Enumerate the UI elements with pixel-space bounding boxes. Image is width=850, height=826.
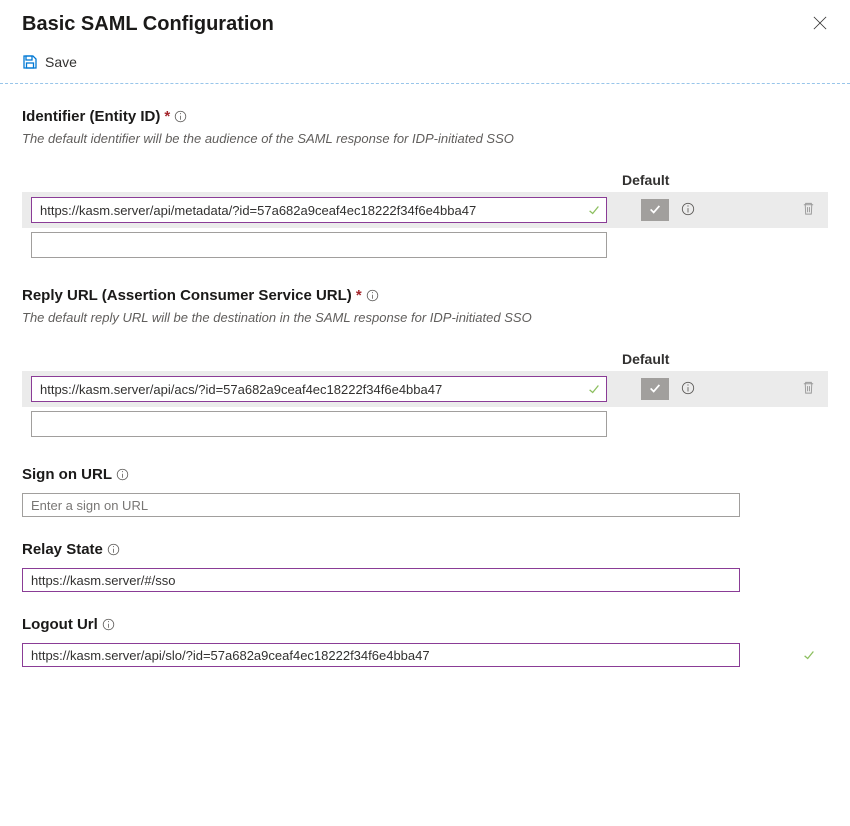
check-icon: [587, 203, 601, 217]
column-default-label: Default: [622, 172, 669, 188]
relay-state-label-row: Relay State: [22, 541, 828, 558]
identifier-input-wrap: [31, 232, 607, 258]
save-button[interactable]: Save: [22, 54, 77, 70]
relay-state-section: Relay State: [0, 517, 850, 592]
reply-url-section: Reply URL (Assertion Consumer Service UR…: [0, 263, 850, 442]
check-icon: [587, 382, 601, 396]
default-checkbox[interactable]: [641, 199, 669, 221]
reply-url-label-row: Reply URL (Assertion Consumer Service UR…: [22, 287, 828, 304]
sign-on-url-field-wrap: [22, 493, 828, 517]
close-button[interactable]: [804, 8, 836, 40]
identifier-input[interactable]: [31, 197, 607, 223]
info-icon[interactable]: [107, 543, 120, 556]
panel-header: Basic SAML Configuration: [0, 0, 850, 44]
delete-row-button[interactable]: [801, 380, 822, 398]
identifier-input-empty[interactable]: [31, 232, 607, 258]
relay-state-field-wrap: [22, 568, 828, 592]
info-icon[interactable]: [366, 289, 379, 302]
logout-url-section: Logout Url: [0, 592, 850, 667]
relay-state-input[interactable]: [22, 568, 740, 592]
info-icon: [681, 381, 695, 398]
reply-url-helper: The default reply URL will be the destin…: [22, 310, 828, 325]
info-icon: [681, 202, 695, 219]
reply-url-input-empty[interactable]: [31, 411, 607, 437]
sign-on-url-label-row: Sign on URL: [22, 466, 828, 483]
info-icon[interactable]: [102, 618, 115, 631]
info-icon[interactable]: [174, 110, 187, 123]
required-marker: *: [356, 287, 362, 304]
identifier-label: Identifier (Entity ID): [22, 108, 160, 125]
row-info-button[interactable]: [681, 202, 695, 219]
sign-on-url-label: Sign on URL: [22, 466, 112, 483]
column-default-label: Default: [622, 351, 669, 367]
logout-url-label: Logout Url: [22, 616, 98, 633]
row-info-button[interactable]: [681, 381, 695, 398]
reply-url-table-header: Default: [22, 351, 828, 371]
reply-url-row: [22, 371, 828, 407]
identifier-label-row: Identifier (Entity ID) *: [22, 108, 828, 125]
sign-on-url-input[interactable]: [22, 493, 740, 517]
save-label: Save: [45, 54, 77, 70]
identifier-table-header: Default: [22, 172, 828, 192]
trash-icon: [801, 380, 816, 398]
check-icon: [802, 648, 816, 662]
info-icon[interactable]: [116, 468, 129, 481]
reply-url-input-wrap: [31, 411, 607, 437]
logout-url-label-row: Logout Url: [22, 616, 828, 633]
identifier-input-wrap: [31, 197, 607, 223]
trash-icon: [801, 201, 816, 219]
reply-url-label: Reply URL (Assertion Consumer Service UR…: [22, 287, 352, 304]
delete-row-button[interactable]: [801, 201, 822, 219]
check-icon: [648, 381, 662, 398]
saml-config-panel: Basic SAML Configuration Save Identifier…: [0, 0, 850, 697]
check-icon: [648, 202, 662, 219]
command-bar: Save: [0, 44, 850, 83]
sign-on-url-section: Sign on URL: [0, 442, 850, 517]
reply-url-input[interactable]: [31, 376, 607, 402]
save-icon: [22, 54, 38, 70]
identifier-section: Identifier (Entity ID) * The default ide…: [0, 84, 850, 263]
identifier-helper: The default identifier will be the audie…: [22, 131, 828, 146]
panel-title: Basic SAML Configuration: [22, 13, 274, 36]
close-icon: [813, 16, 827, 33]
reply-url-input-wrap: [31, 376, 607, 402]
reply-url-row: [22, 407, 828, 442]
identifier-row: [22, 192, 828, 228]
identifier-row: [22, 228, 828, 263]
logout-url-input[interactable]: [22, 643, 740, 667]
logout-url-field-wrap: [22, 643, 828, 667]
default-checkbox[interactable]: [641, 378, 669, 400]
relay-state-label: Relay State: [22, 541, 103, 558]
required-marker: *: [164, 108, 170, 125]
